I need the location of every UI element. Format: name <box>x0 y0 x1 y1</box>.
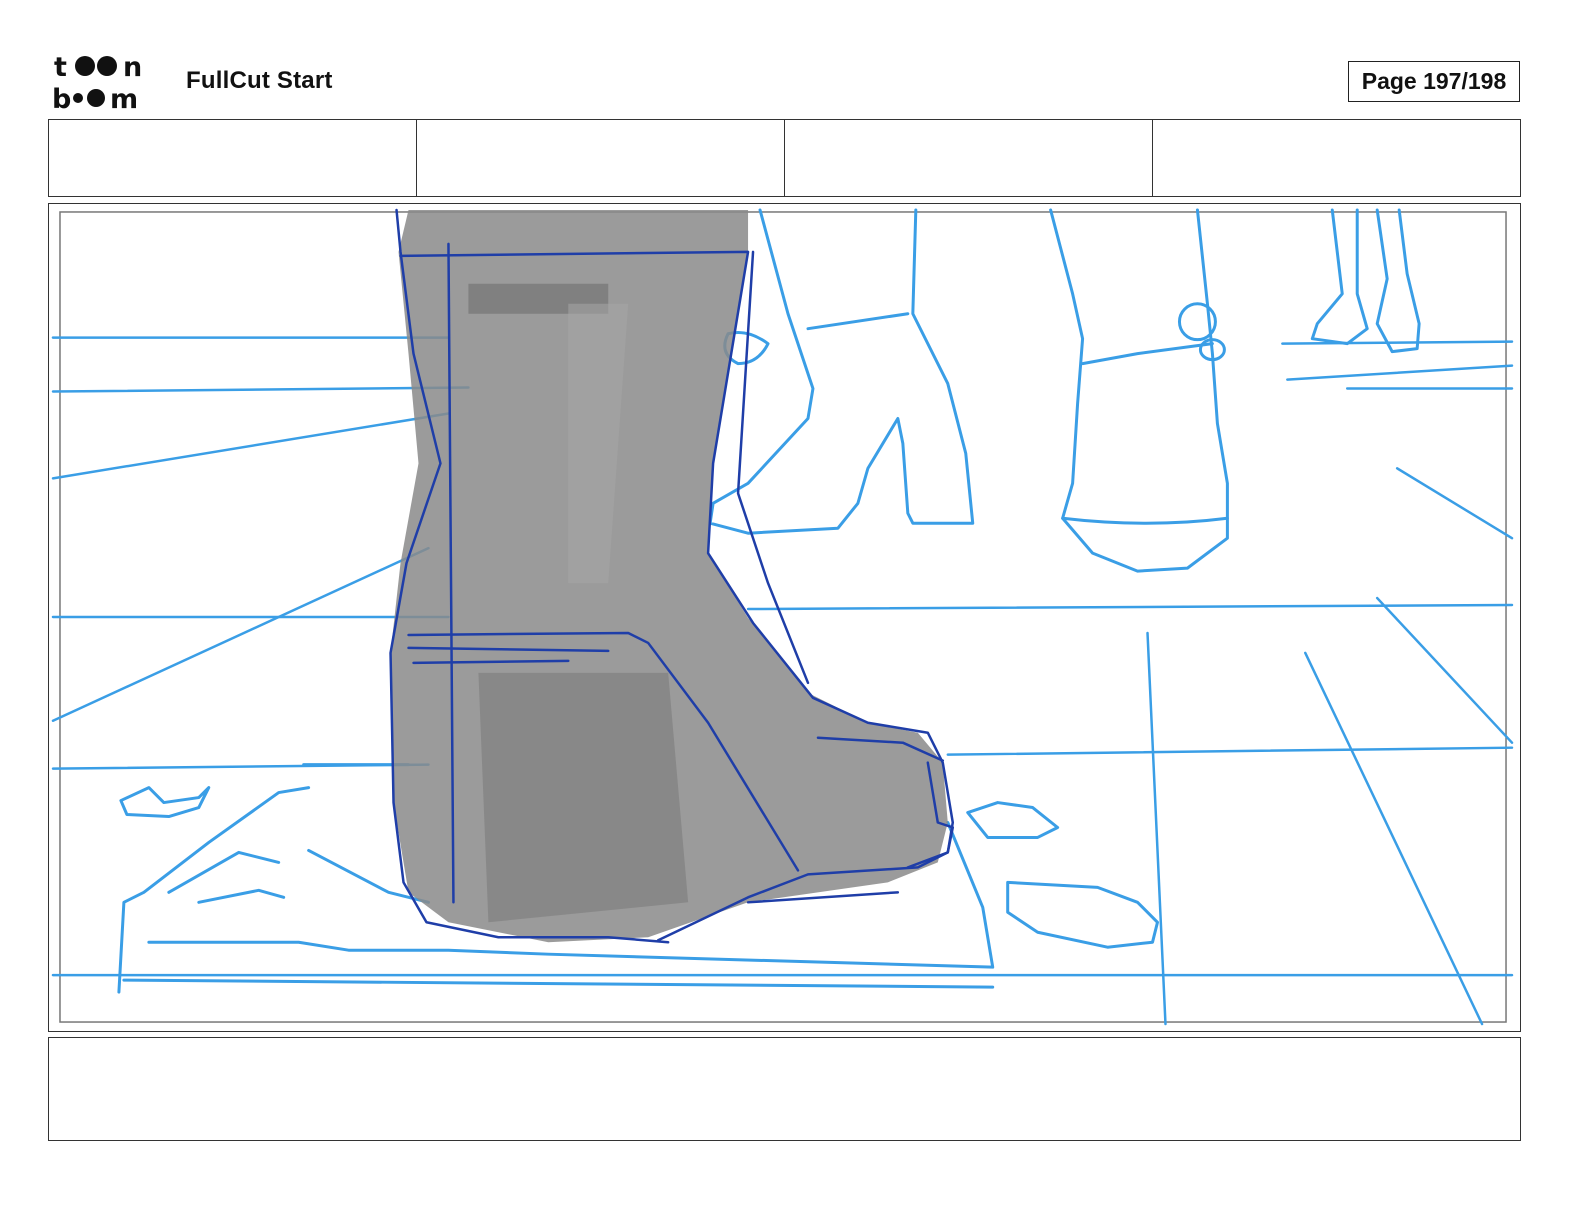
svg-text:n: n <box>123 52 142 83</box>
info-cell-1[interactable] <box>49 120 417 196</box>
svg-text:b: b <box>52 84 71 112</box>
svg-text:m: m <box>110 84 138 112</box>
info-cell-2[interactable] <box>417 120 785 196</box>
svg-text:t: t <box>54 52 67 83</box>
info-cell-3[interactable] <box>785 120 1153 196</box>
info-cell-4[interactable] <box>1153 120 1520 196</box>
panel-info-row <box>48 119 1521 197</box>
page-indicator: Page 197/198 <box>1348 61 1520 102</box>
project-title: FullCut Start <box>186 67 333 94</box>
storyboard-panel[interactable] <box>48 203 1521 1032</box>
toon-boom-logo: t n b m <box>52 52 164 115</box>
panel-sketch-image <box>51 208 1514 1026</box>
panel-notes-field[interactable] <box>48 1037 1521 1141</box>
